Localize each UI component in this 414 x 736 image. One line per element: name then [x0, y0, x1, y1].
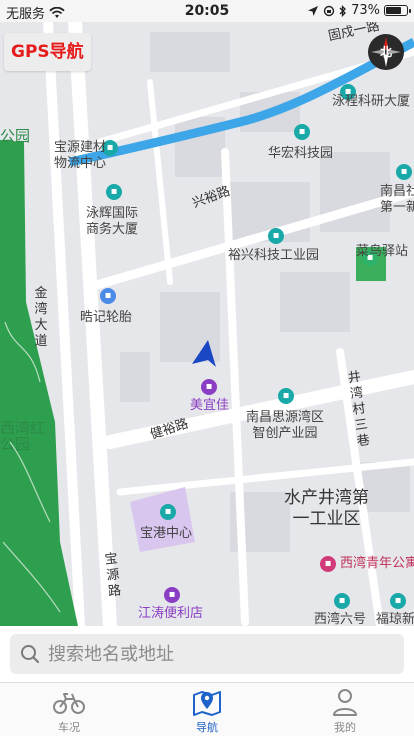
purple-area	[130, 487, 195, 552]
label-xiwan-liu: 西湾六号	[314, 612, 367, 626]
tab-profile-label: 我的	[334, 721, 356, 734]
label-baoyuan-jiancai: 宝源建材 物流中心	[54, 140, 107, 171]
label-jinwan-avenue: 金湾大道	[34, 286, 48, 349]
search-input[interactable]	[48, 634, 388, 674]
tab-vehicle-label: 车况	[58, 721, 80, 734]
tab-profile[interactable]: 我的	[276, 683, 414, 736]
label-huahong: 华宏科技园	[268, 146, 334, 161]
poi-nanchang-right-icon[interactable]: ▪	[396, 164, 412, 180]
status-bar: 无服务 20:05 73%	[0, 0, 414, 22]
search-box[interactable]	[10, 634, 404, 674]
poi-haoji-icon[interactable]: ▪	[100, 288, 116, 304]
tab-bar: 车况 导航 我的	[0, 682, 414, 736]
label-fuyuan: 福琼新	[376, 612, 414, 626]
label-baogang: 宝港中心	[140, 526, 193, 541]
compass-button[interactable]: 北	[368, 34, 404, 70]
poi-yuxing-icon[interactable]: ▪	[268, 228, 284, 244]
battery-fill	[386, 7, 401, 14]
compass-label: 北	[379, 45, 392, 59]
label-haoji: 晧记轮胎	[80, 310, 133, 325]
poi-baogang-icon[interactable]: ▪	[160, 504, 176, 520]
label-xiwan-youth: 西湾青年公寓	[340, 556, 414, 571]
label-cainiao: 菜鸟驿站	[356, 244, 409, 259]
label-shuichan: 水产井湾第 一工业区	[284, 488, 369, 529]
search-icon	[21, 645, 40, 664]
battery-percent: 73%	[351, 3, 380, 18]
battery-icon	[384, 5, 411, 16]
label-nanchang-right: 南昌社 第一新	[380, 184, 414, 215]
map-canvas	[0, 22, 414, 626]
tab-navigation-label: 导航	[196, 721, 218, 734]
bluetooth-icon	[339, 4, 347, 17]
poi-meiyijia-icon[interactable]: ▪	[201, 379, 217, 395]
poi-xiwan-youth-icon[interactable]: ▪	[320, 556, 336, 572]
tab-vehicle[interactable]: 车况	[0, 683, 138, 736]
motorcycle-icon	[53, 693, 85, 714]
label-gongyuan-left: 公园	[0, 127, 31, 145]
label-xiwan-park: 西湾红 公园	[0, 419, 46, 453]
gps-title-badge: GPS导航	[4, 33, 91, 71]
label-meiyijia: 美宜佳	[190, 398, 230, 413]
poi-jiangtao-icon[interactable]: ▪	[164, 587, 180, 603]
poi-yonghui-icon[interactable]: ▪	[106, 184, 122, 200]
label-yonghui: 泳辉国际 商务大厦	[86, 206, 139, 237]
poi-nanchang-siyuan-icon[interactable]: ▪	[278, 388, 294, 404]
label-jiangtao: 江涛便利店	[138, 606, 204, 621]
poi-xiwan-liu-icon[interactable]: ▪	[334, 593, 350, 609]
label-yongcheng: 泳程科研大厦	[332, 94, 411, 109]
tab-navigation[interactable]: 导航	[138, 683, 276, 736]
status-right: 73%	[307, 3, 411, 18]
label-yuxing: 裕兴科技工业园	[228, 248, 320, 263]
map-pin-icon	[193, 691, 221, 716]
user-icon	[333, 689, 357, 716]
location-arrow-icon	[308, 5, 319, 16]
search-bar	[0, 626, 414, 682]
orientation-lock-icon	[323, 5, 335, 16]
label-nanchang-siyuan: 南昌思源湾区 智创产业园	[246, 410, 325, 441]
poi-huahong-icon[interactable]: ▪	[294, 124, 310, 140]
map-view[interactable]: ▪ ▪ ▪ ▪ ▪ ▪ ▪ ▪ ▪ ▪ ▪ ▪ ▪ ▪ ▪ 固戍一路 泳程科研大…	[0, 22, 414, 626]
poi-fuyuan-icon[interactable]: ▪	[390, 593, 406, 609]
